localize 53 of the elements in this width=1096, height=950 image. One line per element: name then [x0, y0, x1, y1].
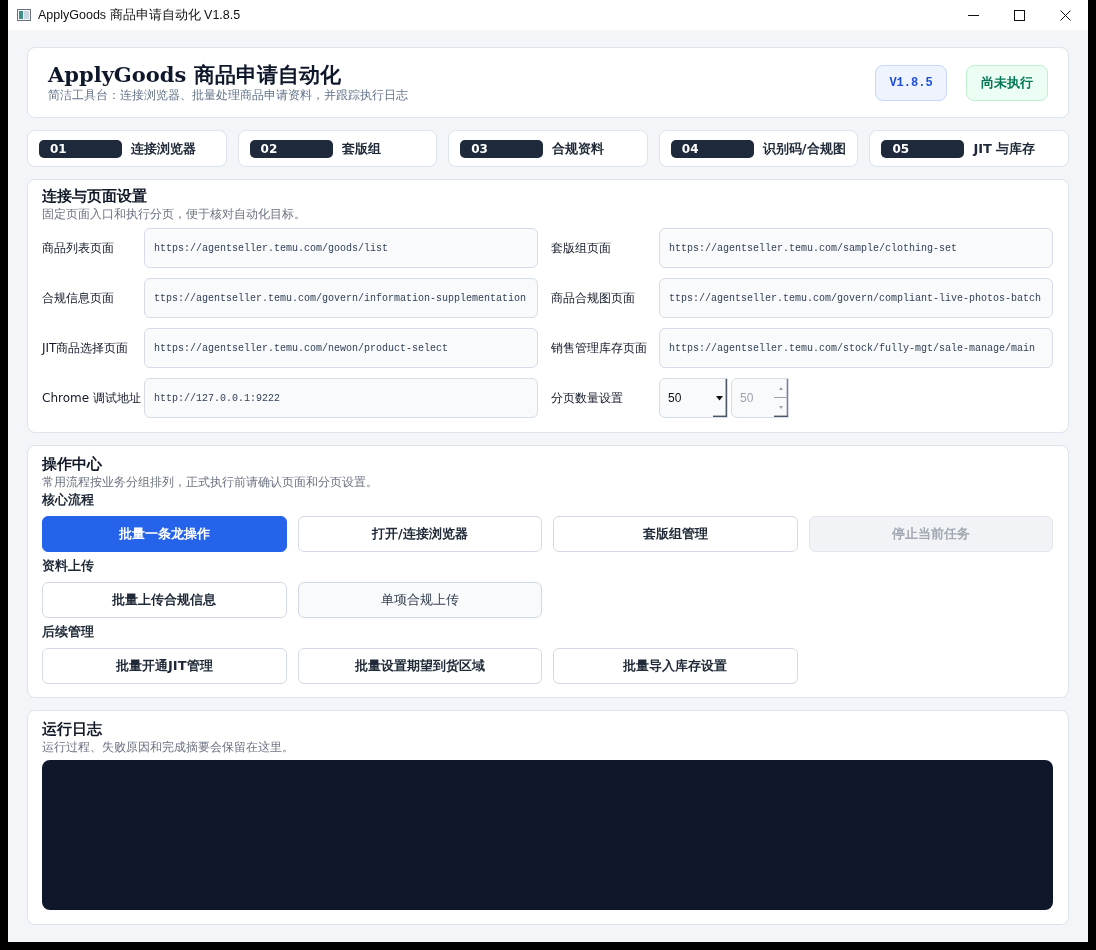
- group-label: 核心流程: [42, 492, 94, 508]
- panel-title: 操作中心: [42, 454, 102, 474]
- close-icon[interactable]: [1059, 9, 1071, 21]
- step-number: 03: [460, 139, 544, 158]
- action-button[interactable]: 单项合规上传: [297, 582, 542, 618]
- window-title: ApplyGoods 商品申请自动化 V1.8.5: [38, 6, 242, 24]
- url-field[interactable]: https://agentseller.temu.com/newon/product-select: [144, 328, 538, 368]
- field-label: 套版组页面: [551, 239, 611, 257]
- field-label: 合规信息页面: [42, 289, 114, 307]
- url-field[interactable]: ttps://agentseller.temu.com/govern/information-supplementation: [144, 278, 538, 318]
- field-label: 销售管理库存页面: [551, 339, 647, 357]
- panel-title: 连接与页面设置: [42, 186, 147, 206]
- action-button[interactable]: 批量上传合规信息: [42, 582, 287, 618]
- url-field[interactable]: https://agentseller.temu.com/goods/list: [144, 228, 538, 268]
- app-title: ApplyGoods 商品申请自动化: [48, 62, 341, 87]
- url-field[interactable]: https://agentseller.temu.com/sample/clothing-set: [659, 228, 1053, 268]
- maximize-icon[interactable]: [1013, 9, 1025, 21]
- app-subtitle: 简洁工具台：连接浏览器、批量处理商品申请资料，并跟踪执行日志: [48, 87, 408, 103]
- action-button[interactable]: 批量导入库存设置: [553, 648, 798, 684]
- field-label: 分页数量设置: [551, 389, 623, 407]
- action-button[interactable]: 批量一条龙操作: [42, 516, 287, 552]
- field-label: JIT商品选择页面: [42, 339, 129, 357]
- action-button[interactable]: 打开/连接浏览器: [297, 516, 542, 552]
- step-label: 识别码/合规图: [762, 139, 846, 158]
- action-button[interactable]: 批量设置期望到货区域: [297, 648, 542, 684]
- field-label: 商品合规图页面: [551, 289, 635, 307]
- url-field[interactable]: ttps://agentseller.temu.com/govern/compliant-live-photos-batch: [659, 278, 1053, 318]
- group-label: 资料上传: [42, 558, 94, 574]
- version-badge: V1.8.5: [875, 64, 947, 101]
- page-size-select[interactable]: 50: [659, 378, 728, 418]
- step-number: 05: [881, 139, 965, 158]
- app-icon: [17, 9, 31, 21]
- field-label: 商品列表页面: [42, 239, 114, 257]
- caret-down-icon[interactable]: [713, 379, 727, 417]
- panel-title: 运行日志: [42, 719, 102, 739]
- action-button[interactable]: 套版组管理: [553, 516, 798, 552]
- step-number: 02: [249, 139, 333, 158]
- step-number: 01: [39, 139, 122, 158]
- url-field[interactable]: https://agentseller.temu.com/stock/fully-mgt/sale-manage/main: [659, 328, 1053, 368]
- url-field[interactable]: http://127.0.0.1:9222: [144, 378, 538, 418]
- step-label: JIT 与库存: [973, 139, 1036, 158]
- panel-subtitle: 常用流程按业务分组排列，正式执行前请确认页面和分页设置。: [42, 474, 378, 490]
- step-label: 连接浏览器: [131, 139, 196, 158]
- panel-subtitle: 运行过程、失败原因和完成摘要会保留在这里。: [42, 739, 294, 755]
- log-output-field[interactable]: [42, 760, 1053, 910]
- group-label: 后续管理: [42, 624, 94, 640]
- step-label: 套版组: [341, 139, 381, 158]
- field-label: Chrome 调试地址: [42, 389, 141, 407]
- status-badge: 尚未执行: [966, 64, 1048, 101]
- step-label: 合规资料: [552, 139, 605, 158]
- step-number: 04: [670, 139, 754, 158]
- action-button[interactable]: 批量开通JIT管理: [42, 648, 287, 684]
- panel-subtitle: 固定页面入口和执行分页，便于核对自动化目标。: [42, 206, 306, 222]
